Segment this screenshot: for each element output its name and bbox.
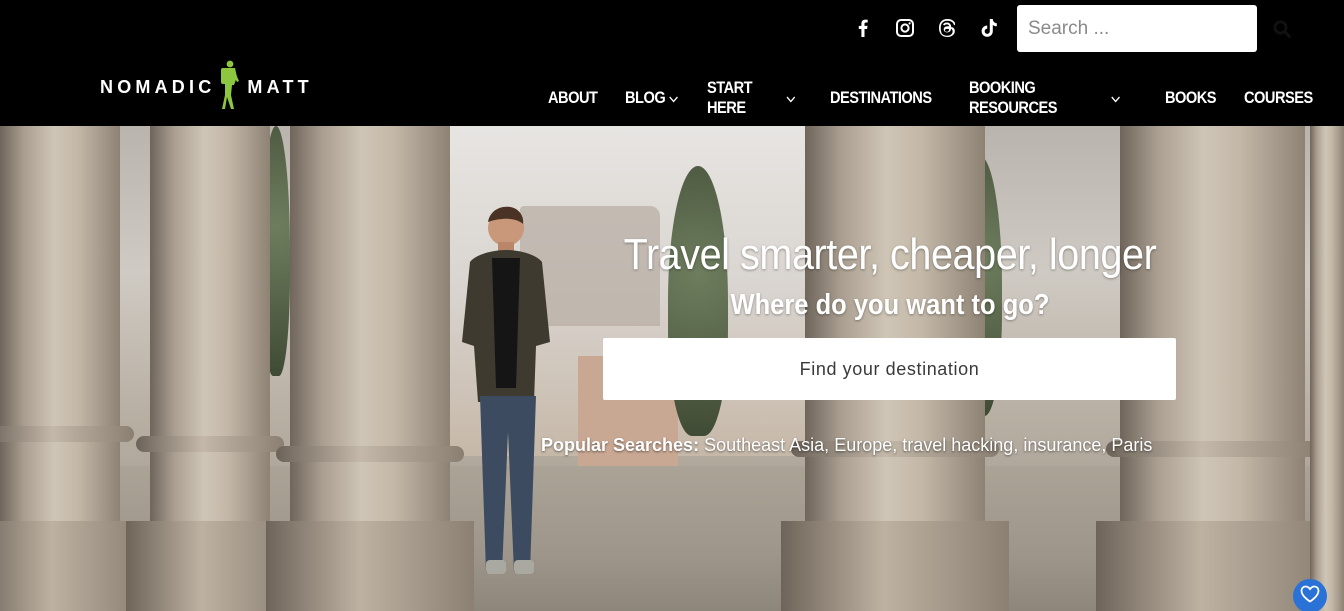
facebook-icon[interactable]: [852, 16, 874, 40]
nav-courses[interactable]: Courses: [1244, 88, 1313, 108]
threads-icon[interactable]: [936, 16, 958, 40]
popular-link-paris[interactable]: Paris: [1111, 435, 1152, 455]
logo-text-left: NOMADIC: [100, 77, 216, 97]
main-nav: About Blog Start Here Destinations Booki…: [548, 78, 1344, 118]
destination-search: [603, 338, 1176, 400]
hero-subtitle: Where do you want to go?: [730, 289, 1050, 321]
chevron-down-icon: [669, 88, 679, 108]
nav-start-here[interactable]: Start Here: [707, 78, 796, 118]
destination-input[interactable]: [603, 338, 1176, 400]
nav-about[interactable]: About: [548, 88, 598, 108]
hero-title: Travel smarter, cheaper, longer: [623, 230, 1157, 279]
heart-icon: [1300, 585, 1320, 608]
nav-books[interactable]: Books: [1165, 88, 1217, 108]
nav-blog[interactable]: Blog: [625, 88, 679, 108]
site-logo[interactable]: NOMADIC MATT: [100, 60, 313, 115]
logo-text-right: MATT: [247, 77, 313, 97]
popular-link-travel-hacking[interactable]: travel hacking: [902, 435, 1013, 455]
nav-booking-resources[interactable]: Booking Resources: [969, 78, 1121, 118]
backpacker-icon: [217, 60, 243, 115]
social-links: [852, 16, 1000, 40]
favorite-button[interactable]: [1293, 579, 1327, 611]
popular-link-insurance[interactable]: insurance: [1023, 435, 1101, 455]
instagram-icon[interactable]: [894, 16, 916, 40]
chevron-down-icon: [1111, 88, 1120, 108]
site-header: NOMADIC MATT About Blog Start Here Desti…: [0, 0, 1344, 126]
popular-searches: Popular Searches: Southeast Asia, Europe…: [541, 435, 1153, 455]
search-box: [1017, 5, 1291, 52]
popular-link-southeast-asia[interactable]: Southeast Asia: [704, 435, 824, 455]
nav-destinations[interactable]: Destinations: [830, 88, 932, 108]
popular-link-europe[interactable]: Europe: [834, 435, 892, 455]
search-icon[interactable]: [1273, 5, 1291, 52]
popular-searches-label: Popular Searches:: [541, 435, 705, 455]
hero-section: Travel smarter, cheaper, longer Where do…: [0, 126, 1344, 611]
chevron-down-icon: [786, 88, 796, 108]
search-input[interactable]: [1017, 5, 1273, 52]
tiktok-icon[interactable]: [978, 16, 1000, 40]
